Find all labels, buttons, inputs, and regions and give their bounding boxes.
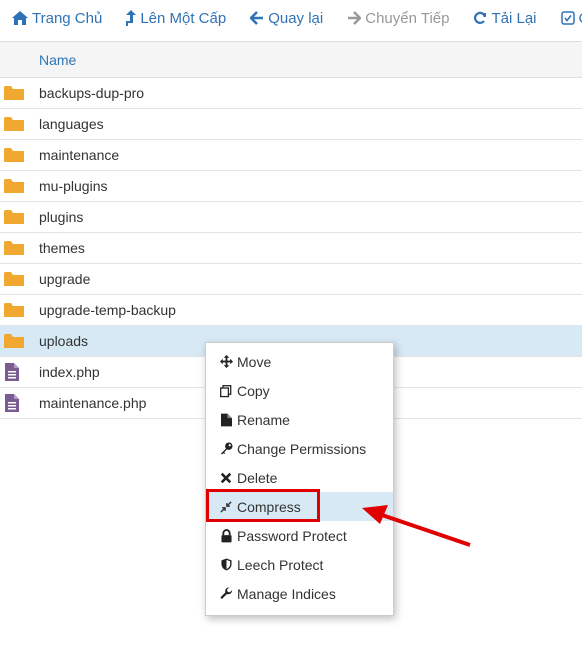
move-icon [219, 355, 233, 369]
copy-icon [219, 384, 233, 398]
menu-item-label: Leech Protect [237, 556, 324, 573]
row-name[interactable]: plugins [39, 209, 83, 225]
home-button[interactable]: Trang Chủ [12, 10, 102, 27]
table-row[interactable]: languages [0, 109, 582, 140]
folder-icon [3, 115, 25, 133]
file-icon [4, 393, 26, 412]
annotation-highlight-box [206, 489, 320, 522]
table-row[interactable]: maintenance [0, 140, 582, 171]
folder-icon [3, 208, 25, 226]
menu-item-rename[interactable]: Rename [206, 405, 393, 434]
menu-item-label: Copy [237, 382, 270, 399]
home-button-label: Trang Chủ [32, 9, 103, 27]
row-name[interactable]: backups-dup-pro [39, 85, 144, 101]
lock-icon [219, 528, 233, 543]
folder-icon [3, 301, 25, 319]
close-icon [219, 471, 233, 485]
select-all-button[interactable]: Ch [560, 10, 582, 27]
file-icon [4, 362, 26, 381]
row-name[interactable]: upgrade-temp-backup [39, 302, 176, 318]
file-icon [219, 413, 233, 427]
table-row[interactable]: upgrade-temp-backup [0, 295, 582, 326]
folder-icon [3, 332, 25, 350]
row-name[interactable]: maintenance.php [39, 395, 146, 411]
up-one-level-label: Lên Một Cấp [140, 9, 227, 27]
home-icon [12, 11, 28, 25]
folder-icon [3, 177, 25, 195]
folder-icon [3, 270, 25, 288]
context-menu: Move Copy Rename Change Permissions Delete Co… [205, 342, 394, 616]
row-name[interactable]: mu-plugins [39, 178, 107, 194]
row-name[interactable]: index.php [39, 364, 100, 380]
table-row[interactable]: mu-plugins [0, 171, 582, 202]
arrow-right-icon [348, 11, 362, 25]
key-icon [219, 442, 233, 456]
table-row[interactable]: plugins [0, 202, 582, 233]
menu-item-move[interactable]: Move [206, 347, 393, 376]
menu-item-delete[interactable]: Delete [206, 463, 393, 492]
menu-item-label: Move [237, 353, 272, 370]
select-all-label: Ch [579, 10, 582, 27]
forward-button-label: Chuyển Tiếp [365, 9, 450, 27]
folder-icon [3, 84, 25, 102]
level-up-icon [126, 10, 137, 26]
annotation-arrow [362, 505, 471, 547]
arrow-left-icon [250, 11, 264, 25]
folder-icon [3, 239, 25, 257]
table-row[interactable]: themes [0, 233, 582, 264]
table-row[interactable]: backups-dup-pro [0, 78, 582, 109]
checkbox-icon [560, 11, 575, 25]
table-row[interactable]: upgrade [0, 264, 582, 295]
row-name[interactable]: themes [39, 240, 85, 256]
menu-item-leech-protect[interactable]: Leech Protect [206, 550, 393, 579]
table-header: Name [0, 41, 582, 78]
up-one-level-button[interactable]: Lên Một Cấp [126, 10, 226, 27]
folder-icon [3, 146, 25, 164]
back-button[interactable]: Quay lại [250, 10, 323, 27]
row-name[interactable]: upgrade [39, 271, 90, 287]
refresh-icon [474, 11, 487, 24]
back-button-label: Quay lại [268, 9, 324, 27]
row-name[interactable]: uploads [39, 333, 88, 349]
menu-item-label: Change Permissions [237, 440, 367, 457]
menu-item-change-permissions[interactable]: Change Permissions [206, 434, 393, 463]
name-column-header[interactable]: Name [39, 52, 76, 68]
forward-button[interactable]: Chuyển Tiếp [347, 10, 449, 27]
menu-item-manage-indices[interactable]: Manage Indices [206, 579, 393, 608]
shield-icon [219, 558, 233, 572]
menu-item-copy[interactable]: Copy [206, 376, 393, 405]
row-name[interactable]: languages [39, 116, 104, 132]
menu-item-label: Password Protect [237, 527, 347, 544]
wrench-icon [219, 587, 233, 601]
file-manager-toolbar: Trang Chủ Lên Một Cấp Quay lại Chuyển Ti… [0, 0, 582, 36]
menu-item-label: Rename [237, 411, 290, 428]
menu-item-label: Delete [237, 469, 278, 486]
reload-button[interactable]: Tải Lại [473, 9, 537, 27]
row-name[interactable]: maintenance [39, 147, 119, 163]
reload-button-label: Tải Lại [491, 9, 537, 27]
menu-item-label: Manage Indices [237, 585, 336, 602]
